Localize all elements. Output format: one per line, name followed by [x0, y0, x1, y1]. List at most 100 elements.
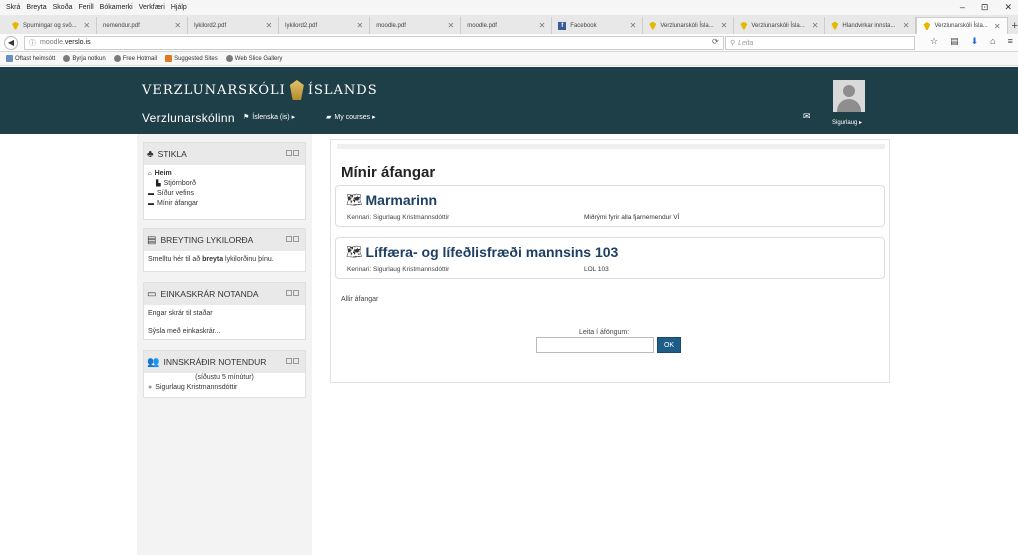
dock-icon[interactable]	[286, 150, 292, 156]
globe-icon	[225, 55, 233, 62]
course-teacher[interactable]: Kennari: Sigurlaug Kristmannsdóttir	[347, 266, 449, 273]
nav-item-my-courses[interactable]: ▬ Mínir áfangar	[148, 199, 301, 209]
course-search-button[interactable]: OK	[657, 337, 681, 353]
tab-close-icon[interactable]: ✕	[721, 21, 728, 30]
bookmark-web-slice-gallery[interactable]: Web Slice Gallery	[225, 55, 283, 62]
browser-tab[interactable]: Spurningar og svö... ✕	[6, 17, 98, 34]
collapse-icon[interactable]	[293, 150, 299, 156]
all-courses-link[interactable]: Allir áfangar	[341, 296, 378, 303]
browser-tab[interactable]: nemendur.pdf ✕	[97, 17, 189, 34]
language-menu[interactable]: ⚑ Íslenska (is) ▸	[243, 113, 295, 121]
bookmark-star-icon[interactable]: ☆	[930, 36, 938, 47]
browser-tab[interactable]: lykilord2.pdf ✕	[279, 17, 371, 34]
tab-close-icon[interactable]: ✕	[83, 21, 90, 30]
site-name-link[interactable]: Verzlunarskólinn	[142, 111, 235, 125]
site-logo[interactable]: VERZLUNARSKÓLI ÍSLANDS	[142, 80, 378, 100]
menu-help[interactable]: Hjálp	[171, 4, 187, 11]
online-user[interactable]: ● Sigurlaug Kristmannsdóttir	[148, 383, 301, 393]
tab-close-icon[interactable]: ✕	[994, 22, 1001, 31]
bookmark-suggested-sites[interactable]: Suggested Sites	[165, 55, 218, 62]
collapse-icon[interactable]	[293, 290, 299, 296]
logo-text-right: ÍSLANDS	[307, 82, 378, 98]
browser-tab[interactable]: Verzlunarskóli Ísla... ✕	[643, 17, 735, 34]
browser-tab[interactable]: Verzlunarskóli Ísla... ✕	[734, 17, 826, 34]
info-icon[interactable]: ⓘ	[29, 38, 36, 48]
block-header: 👥 INNSKRÁÐIR NOTENDUR	[144, 351, 305, 373]
reload-icon[interactable]: ⟳	[712, 37, 719, 46]
tab-close-icon[interactable]: ✕	[630, 21, 637, 30]
hamburger-menu-icon[interactable]: ≡	[1008, 36, 1013, 47]
tab-close-icon[interactable]: ✕	[448, 21, 455, 30]
block-title: INNSKRÁÐIR NOTENDUR	[163, 357, 267, 367]
menu-view[interactable]: Skoða	[53, 4, 73, 11]
nav-item-home[interactable]: ⌂ Heim	[148, 169, 301, 179]
tab-close-icon[interactable]: ✕	[903, 21, 910, 30]
maximize-button[interactable]: ⊡	[981, 2, 989, 13]
menu-edit[interactable]: Breyta	[26, 4, 46, 11]
tab-label: Verzlunarskóli Ísla...	[751, 22, 805, 29]
suggested-sites-icon	[165, 55, 173, 62]
tab-close-icon[interactable]: ✕	[174, 21, 181, 30]
bookmark-label: Suggested Sites	[174, 55, 218, 62]
browser-tab[interactable]: f Facebook ✕	[552, 17, 644, 34]
download-icon[interactable]: ⬇	[971, 36, 979, 47]
tab-close-icon[interactable]: ✕	[265, 21, 272, 30]
dock-icon[interactable]	[286, 290, 292, 296]
dock-icon[interactable]	[286, 236, 292, 242]
menu-history[interactable]: Ferill	[79, 4, 94, 11]
tab-close-icon[interactable]: ✕	[539, 21, 546, 30]
user-menu[interactable]: Sigurlaug ▸	[832, 119, 862, 126]
course-box: 🗺 Líffæra- og lífeðlisfræði mannsins 103…	[335, 237, 885, 279]
browser-tab[interactable]: Hlandvirkar innsta... ✕	[825, 17, 917, 34]
nav-item-dashboard[interactable]: ▙ Stjórnborð	[148, 179, 301, 189]
online-user-name: Sigurlaug Kristmannsdóttir	[155, 384, 238, 391]
course-search-label: Leita í áföngum:	[579, 329, 630, 336]
close-window-button[interactable]: ✕	[1004, 2, 1012, 13]
url-text: moodle.verslo.is	[40, 39, 91, 46]
user-avatar[interactable]	[833, 80, 865, 112]
tab-close-icon[interactable]: ✕	[356, 21, 363, 30]
language-menu-label: Íslenska (is) ▸	[252, 114, 296, 121]
browser-tab[interactable]: moodle.pdf ✕	[370, 17, 462, 34]
change-password-link[interactable]: Smelltu hér til að breyta lykilorðinu þí…	[148, 256, 274, 263]
dashboard-icon: ▙	[156, 181, 161, 187]
bookmark-label: Web Slice Gallery	[234, 55, 283, 62]
bookmark-most-visited[interactable]: Oftast heimsótt	[6, 55, 55, 62]
manage-private-files-link[interactable]: Sýsla með einkaskrár...	[148, 327, 301, 337]
bookmarks-bar: Oftast heimsótt Byrja notkun Free Hotmai…	[0, 52, 1018, 66]
menu-bookmarks[interactable]: Bókamerki	[100, 4, 133, 11]
course-name-link[interactable]: 🗺 Líffæra- og lífeðlisfræði mannsins 103	[346, 244, 618, 260]
tab-label: Facebook	[570, 22, 597, 29]
main-content: Mínir áfangar 🗺 Marmarinn Kennari: Sigur…	[330, 139, 890, 383]
envelope-icon[interactable]: ✉	[803, 111, 811, 122]
browser-search-box[interactable]: ⚲ Leita	[725, 36, 915, 50]
course-teacher[interactable]: Kennari: Sigurlaug Kristmannsdóttir	[347, 214, 449, 221]
dock-icon[interactable]	[286, 358, 292, 364]
block-title: EINKASKRÁR NOTANDA	[160, 289, 259, 299]
browser-tab[interactable]: moodle.pdf ✕	[461, 17, 553, 34]
tab-close-icon[interactable]: ✕	[812, 21, 819, 30]
course-name-link[interactable]: 🗺 Marmarinn	[346, 192, 437, 208]
nav-item-site-pages[interactable]: ▬ Síður vefins	[148, 189, 301, 199]
menu-file[interactable]: Skrá	[6, 4, 20, 11]
address-bar[interactable]: ⓘ moodle.verslo.is	[24, 35, 724, 50]
sitemap-icon: ♣	[147, 148, 154, 160]
bookmarks-library-icon[interactable]: ▤	[950, 36, 959, 47]
back-button[interactable]: ◀	[4, 35, 18, 50]
collapse-icon[interactable]	[293, 236, 299, 242]
home-icon[interactable]: ⌂	[990, 36, 995, 47]
browser-tab[interactable]: lykilord2.pdf ✕	[188, 17, 280, 34]
bookmark-free-hotmail[interactable]: Free Hotmail	[113, 55, 157, 62]
collapse-icon[interactable]	[293, 358, 299, 364]
briefcase-icon: ▰	[326, 114, 332, 121]
course-search-input[interactable]	[536, 337, 654, 353]
menu-tools[interactable]: Verkfæri	[139, 4, 165, 11]
browser-tab-active[interactable]: Verzlunarskóli Ísla... ✕	[916, 17, 1008, 34]
link-text-before: Smelltu hér til að	[148, 256, 203, 263]
bookmark-getting-started[interactable]: Byrja notkun	[63, 55, 106, 62]
tab-label: Spurningar og svö...	[23, 22, 77, 29]
minimize-button[interactable]: –	[960, 2, 965, 13]
back-arrow-icon: ◀	[7, 38, 15, 47]
new-tab-button[interactable]: +	[1012, 17, 1018, 34]
my-courses-menu[interactable]: ▰ My courses ▸	[326, 113, 376, 121]
